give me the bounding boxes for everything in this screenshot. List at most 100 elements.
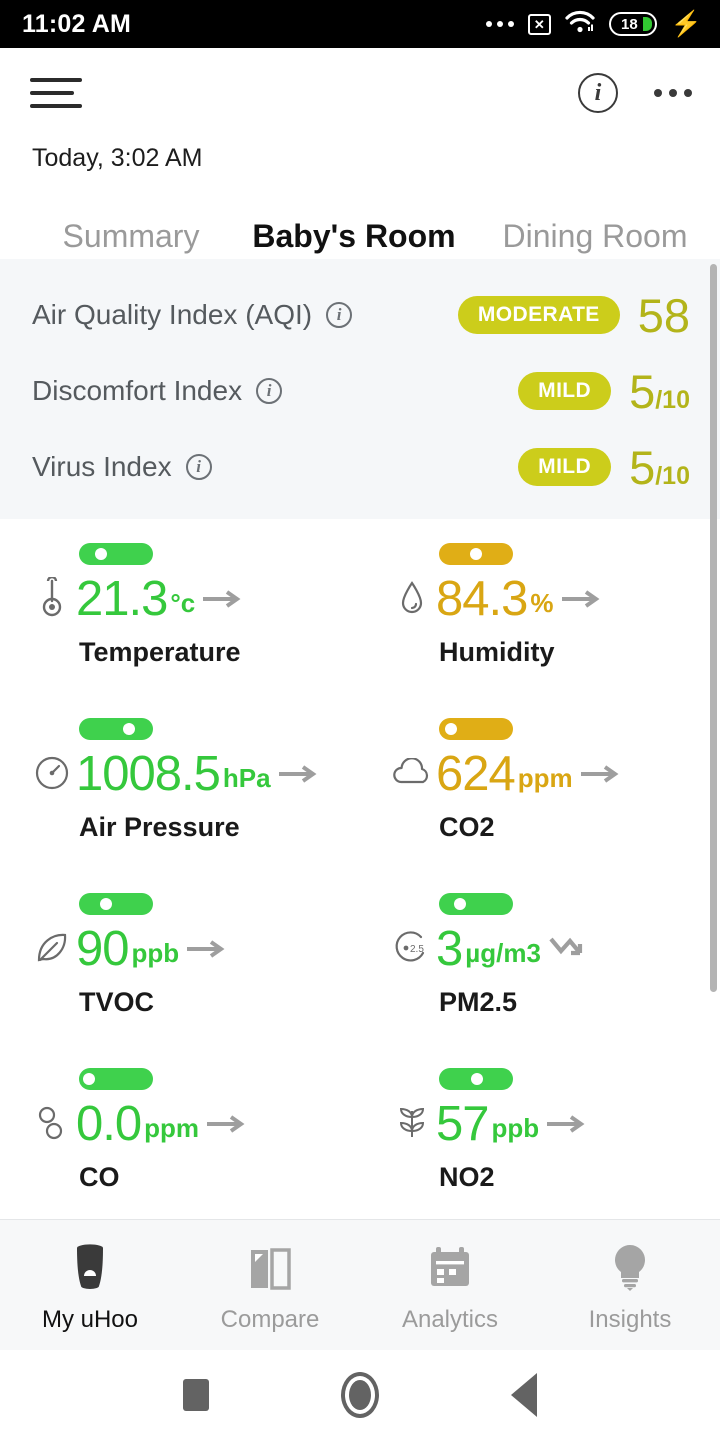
tab-summary[interactable]: Summary [24,218,238,259]
timestamp-label: Today, 3:02 AM [32,144,203,172]
trend-flat-icon [579,763,625,790]
trend-flat-icon [545,1113,591,1140]
nav-item-insights[interactable]: Insights [540,1236,720,1334]
sensor-label: TVOC [79,987,155,1017]
app-bar-actions: i [578,73,692,113]
cloud-icon [390,750,434,796]
sensor-scroll-area[interactable]: Air Quality Index (AQI) i MODERATE 58 Di… [0,259,720,1188]
no-sim-icon: ✕ [527,13,551,35]
index-row-discomfort[interactable]: Discomfort Index i MILD 5/10 [0,353,720,429]
sensor-card-co2[interactable]: 624 ppm CO2 [360,708,720,883]
sensor-card-pm25[interactable]: 2.5 3 µg/m3 PM2.5 [360,883,720,1058]
index-row-virus[interactable]: Virus Index i MILD 5/10 [0,429,720,505]
index-value-group: MILD 5/10 [518,444,690,491]
svg-text:2.5: 2.5 [410,944,424,955]
sensor-unit: ppb [491,1113,540,1143]
home-circle-icon[interactable] [341,1372,379,1418]
sensor-value: 84.3 [436,571,528,626]
index-value: 5/10 [629,440,690,494]
sensor-unit: % [530,588,554,618]
nav-label: My uHoo [41,1306,139,1333]
analytics-icon [426,1236,474,1292]
nav-label: Compare [220,1306,320,1333]
sensor-unit: °c [170,588,196,618]
index-row-aqi[interactable]: Air Quality Index (AQI) i MODERATE 58 [0,277,720,353]
info-icon[interactable]: i [256,378,283,404]
recents-square-icon[interactable] [183,1379,209,1411]
sensor-card-air-pressure[interactable]: 1008.5 hPa Air Pressure [0,708,360,883]
sensor-reading: 84.3 % [390,571,720,626]
index-label: Air Quality Index (AQI) [32,299,313,330]
tab-dining-room[interactable]: Dining Room [470,218,720,259]
gauge-bar [79,1068,153,1090]
sensor-label: Humidity [439,637,555,667]
android-navigation-bar [0,1350,720,1440]
sensor-reading: 1008.5 hPa [30,746,360,801]
info-icon[interactable]: i [578,73,618,113]
index-label: Discomfort Index [32,375,243,406]
water-drop-icon [390,575,434,621]
gauge-bar [439,1068,513,1090]
leaf-icon [30,925,74,971]
sensor-unit: hPa [222,763,271,793]
index-summary-panel: Air Quality Index (AQI) i MODERATE 58 Di… [0,259,720,519]
lightbulb-icon [608,1236,652,1292]
sensor-value: 57 [436,1096,490,1151]
sensor-card-co[interactable]: 0.0 ppm CO [0,1058,360,1188]
nav-item-compare[interactable]: Compare [180,1236,360,1334]
tab-babys-room[interactable]: Baby's Room [238,218,470,269]
sensor-card-humidity[interactable]: 84.3 % Humidity [360,533,720,708]
sensor-card-temperature[interactable]: 21.3 °c Temperature [0,533,360,708]
more-dots-icon [485,21,514,27]
gauge-bar [439,543,513,565]
back-triangle-icon[interactable] [511,1373,537,1417]
sensor-unit: ppm [144,1113,200,1143]
sensor-reading: 57 ppb [390,1096,720,1151]
trend-flat-icon [201,588,247,615]
sensor-value: 90 [76,921,130,976]
room-tabs: Summary Baby's Room Dining Room [0,187,720,269]
gauge-bar [79,718,153,740]
status-bar-icons: ✕ 18 ⚡ [485,10,702,39]
trend-flat-icon [560,588,606,615]
sensor-reading: 90 ppb [30,921,360,976]
status-bar: 11:02 AM ✕ 18 ⚡ [0,0,720,48]
sensor-value: 3 [436,921,463,976]
sensor-value: 0.0 [76,1096,142,1151]
status-badge: MILD [518,372,612,410]
nav-item-my-uhoo[interactable]: My uHoo [0,1236,180,1334]
sensor-reading: 21.3 °c [30,574,360,623]
sensor-unit: µg/m3 [465,938,541,968]
index-value: 58 [637,288,690,342]
sensor-card-no2[interactable]: 57 ppb NO2 [360,1058,720,1188]
sensor-value: 1008.5 [76,746,221,801]
uhoo-device-icon [70,1236,110,1292]
pm25-particle-icon: 2.5 [390,925,434,971]
sensor-reading: 0.0 ppm [30,1096,360,1151]
gauge-dial-icon [30,750,74,796]
info-icon[interactable]: i [326,302,353,328]
trend-flat-icon [277,763,323,790]
status-badge: MODERATE [457,296,620,334]
wifi-icon [565,10,595,39]
vertical-scrollbar[interactable] [710,264,717,992]
gauge-bar [439,893,513,915]
kebab-menu-icon[interactable] [654,89,692,97]
trend-flat-icon [205,1113,251,1140]
sensor-card-tvoc[interactable]: 90 ppb TVOC [0,883,360,1058]
index-value-group: MILD 5/10 [518,368,690,415]
sensor-value: 624 [436,746,516,801]
index-value: 5/10 [629,364,690,418]
sensor-reading: 2.5 3 µg/m3 [390,921,720,976]
info-icon[interactable]: i [185,454,212,480]
status-bar-clock: 11:02 AM [22,9,132,38]
trend-down-icon [547,934,593,965]
hamburger-menu-icon[interactable] [30,73,82,113]
compare-icon [245,1236,295,1292]
gauge-bar [79,543,153,565]
sensor-reading: 624 ppm [390,746,720,801]
app-bar: i [0,48,720,138]
nav-item-analytics[interactable]: Analytics [360,1236,540,1334]
battery-icon: 18 [608,12,657,36]
nav-label: Analytics [401,1306,499,1333]
